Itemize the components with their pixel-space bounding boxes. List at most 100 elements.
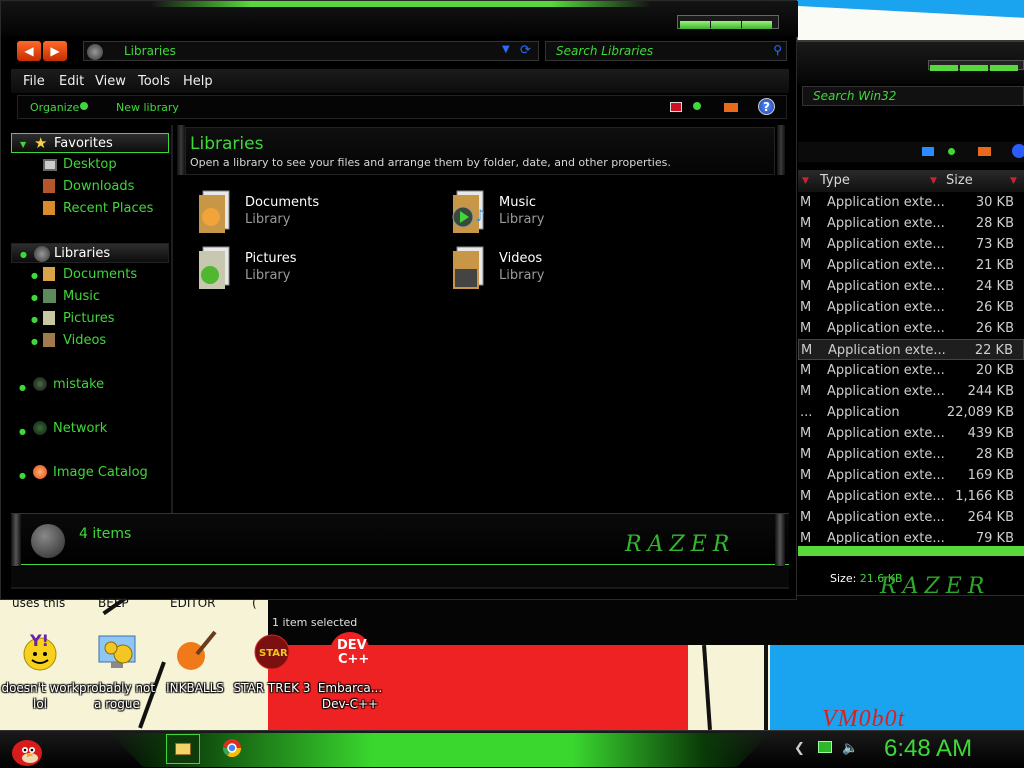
bg-column-header[interactable]: ▼ Type ▼ Size ▼ [798, 170, 1024, 192]
table-row[interactable]: M Application exte... 28 KB [798, 444, 1024, 465]
sort-arrow-icon[interactable]: ▼ [1010, 176, 1017, 186]
nav-item-videos[interactable]: ● Videos [11, 331, 169, 351]
tray-expand-icon[interactable]: ❮ [794, 741, 805, 756]
table-row[interactable]: M Application exte... 264 KB [798, 507, 1024, 528]
back-button[interactable]: ◀ [17, 41, 41, 61]
help-icon[interactable]: ? [758, 98, 775, 115]
expand-dot-icon[interactable]: ● [19, 471, 26, 480]
library-type: Library [245, 212, 291, 227]
nav-label: Libraries [54, 246, 111, 261]
table-row[interactable]: M Application exte... 21 KB [798, 255, 1024, 276]
row-type: Application exte... [827, 321, 945, 336]
new-library-button[interactable]: New library [116, 101, 179, 114]
nav-item-downloads[interactable]: Downloads [11, 177, 169, 197]
table-row[interactable]: M Application exte... 20 KB [798, 360, 1024, 381]
expand-dot-icon[interactable]: ● [31, 337, 38, 346]
nav-item-mistake[interactable]: ● mistake [11, 375, 169, 395]
desktop-icon-caption[interactable]: ( [252, 596, 257, 610]
desktop-icon-dev-cpp[interactable]: DEV C++ Embarca... Dev-C++ [310, 628, 390, 712]
close-button[interactable] [742, 21, 772, 29]
expand-dot-icon[interactable]: ● [31, 271, 38, 280]
bg-window-titlebar[interactable] [790, 42, 1024, 84]
table-row[interactable]: M Application exte... 244 KB [798, 381, 1024, 402]
nav-item-image-catalog[interactable]: ● Image Catalog [11, 463, 169, 483]
table-row[interactable]: M Application exte... 73 KB [798, 234, 1024, 255]
table-row[interactable]: M Application exte... 26 KB [798, 318, 1024, 339]
menu-help[interactable]: Help [183, 74, 213, 89]
expand-dot-icon[interactable]: ● [19, 427, 26, 436]
expand-dot-icon[interactable]: ● [19, 383, 26, 392]
maximize-button[interactable] [711, 21, 741, 29]
network-tray-icon[interactable] [818, 741, 832, 753]
address-bar[interactable]: Libraries ▼ ⟳ [83, 41, 539, 61]
desktop-icon-caption[interactable]: BEEP [98, 596, 129, 610]
expand-arrow-icon[interactable]: ▼ [20, 140, 26, 149]
organize-dropdown-icon[interactable] [80, 102, 88, 110]
bg-help-icon[interactable] [1012, 144, 1024, 158]
bg-dot-icon [948, 148, 955, 155]
taskbar-explorer-button[interactable] [166, 734, 200, 764]
table-row[interactable]: M Application exte... 26 KB [798, 297, 1024, 318]
window-titlebar[interactable] [1, 1, 798, 37]
nav-item-pictures[interactable]: ● Pictures [11, 309, 169, 329]
table-row[interactable]: M Application exte... 22 KB [798, 339, 1024, 360]
library-documents[interactable]: Documents Library [195, 189, 415, 239]
search-icon[interactable]: ⚲ [773, 43, 782, 57]
desktop-icon-caption[interactable]: uses this [12, 596, 65, 610]
menu-file[interactable]: File [23, 74, 45, 89]
taskbar-clock[interactable]: 6:48 AM [884, 735, 972, 763]
bg-window-caption-buttons[interactable] [928, 60, 1024, 71]
table-row[interactable]: M Application exte... 24 KB [798, 276, 1024, 297]
column-type[interactable]: Type [820, 173, 850, 188]
bg-view-icon[interactable] [922, 147, 934, 156]
view-icon[interactable] [670, 102, 682, 112]
menu-edit[interactable]: Edit [59, 74, 84, 89]
start-button-angry-bird-icon[interactable] [8, 733, 46, 767]
library-music[interactable]: ♪ Music Library [449, 189, 669, 239]
library-pictures[interactable]: Pictures Library [195, 245, 415, 295]
column-size[interactable]: Size [946, 173, 973, 188]
bg-preview-icon[interactable] [978, 147, 991, 156]
background-window-win32[interactable]: Search Win32 ▼ Type ▼ Size ▼ M Applicatio… [790, 40, 1024, 610]
minimize-button[interactable] [680, 21, 710, 29]
desktop-icon-inkballs[interactable]: INKBALLS [155, 628, 235, 696]
expand-dot-icon[interactable]: ● [31, 315, 38, 324]
desktop-icon-star-trek[interactable]: STAR STAR TREK 3 [232, 628, 312, 696]
table-row[interactable]: M Application exte... 30 KB [798, 192, 1024, 213]
nav-item-music[interactable]: ● Music [11, 287, 169, 307]
desktop-icon-label: INKBALLS [166, 681, 224, 695]
desktop-icon-caption[interactable]: EDITOR [170, 596, 215, 610]
library-videos[interactable]: Videos Library [449, 245, 669, 295]
bg-search-input[interactable]: Search Win32 [802, 86, 1024, 106]
collapse-dot-icon[interactable]: ● [20, 250, 27, 259]
chevron-down-icon[interactable]: ▼ [502, 44, 510, 55]
organize-button[interactable]: Organize [30, 101, 79, 114]
nav-item-recent-places[interactable]: Recent Places [11, 199, 169, 219]
table-row[interactable]: M Application exte... 439 KB [798, 423, 1024, 444]
refresh-icon[interactable]: ⟳ [520, 43, 531, 58]
nav-item-desktop[interactable]: Desktop [11, 155, 169, 175]
preview-pane-icon[interactable] [724, 103, 738, 112]
volume-icon[interactable]: 🔈 [842, 741, 858, 756]
menu-view[interactable]: View [95, 74, 126, 89]
explorer-window[interactable]: ◀ ▶ Libraries ▼ ⟳ Search Libraries ⚲ Fil… [0, 0, 798, 600]
sort-arrow-icon[interactable]: ▼ [802, 176, 809, 186]
forward-button[interactable]: ▶ [43, 41, 67, 61]
table-row[interactable]: M Application exte... 28 KB [798, 213, 1024, 234]
expand-dot-icon[interactable]: ● [31, 293, 38, 302]
chrome-icon[interactable] [222, 738, 242, 758]
view-dropdown-icon[interactable] [693, 102, 701, 110]
table-row[interactable]: ... Application 22,089 KB [798, 402, 1024, 423]
nav-item-documents[interactable]: ● Documents [11, 265, 169, 285]
nav-item-network[interactable]: ● Network [11, 419, 169, 439]
nav-favorites[interactable]: ▼ ★ Favorites [11, 133, 169, 153]
menu-tools[interactable]: Tools [138, 74, 170, 89]
desktop-icon-yahoo[interactable]: Y! doesn't work lol [0, 628, 80, 712]
desktop-icon-probably-not-a-rogue[interactable]: probably not a rogue [77, 628, 157, 712]
nav-libraries[interactable]: ● Libraries [11, 243, 169, 263]
table-row[interactable]: M Application exte... 169 KB [798, 465, 1024, 486]
search-input[interactable]: Search Libraries ⚲ [545, 41, 787, 61]
row-size: 1,166 KB [955, 489, 1014, 504]
sort-arrow-icon[interactable]: ▼ [930, 176, 937, 186]
table-row[interactable]: M Application exte... 1,166 KB [798, 486, 1024, 507]
